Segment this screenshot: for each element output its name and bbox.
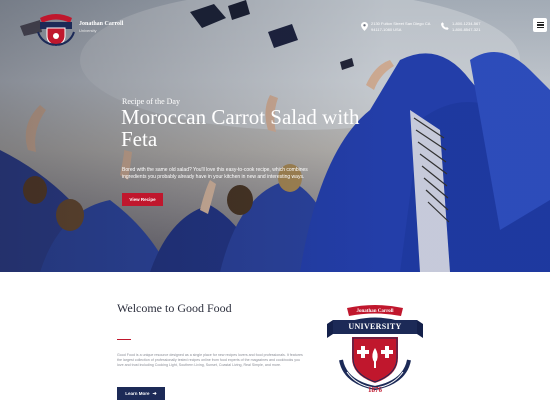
menu-button[interactable] — [533, 18, 547, 32]
address-line: 94117-1080 USA — [371, 27, 402, 32]
emblem-banner: UNIVERSITY — [348, 322, 402, 331]
welcome-title: Welcome to Good Food — [117, 301, 232, 315]
university-emblem — [327, 305, 423, 391]
address-block: 2130 Fulton Street San Diego CA 94117-10… — [371, 21, 430, 33]
phone-number[interactable]: 1-800-8547-321 — [452, 27, 480, 33]
arrow-right-icon: ➜ — [152, 390, 157, 397]
hero-description: Bored with the same old salad? You'll lo… — [122, 167, 308, 180]
hero-section: Jonathan Carroll University 2130 Fulton … — [0, 0, 550, 272]
learn-more-label: Learn More — [125, 391, 150, 396]
brand-name: Jonathan Carroll — [79, 21, 124, 27]
menu-icon — [536, 21, 544, 23]
accent-divider — [117, 339, 131, 340]
menu-icon — [536, 27, 544, 29]
phone-block: 1-800-1234-567 1-800-8547-321 — [452, 21, 480, 33]
phone-icon — [441, 22, 449, 30]
emblem-top-ribbon: Jonathan Carroll — [356, 309, 394, 314]
emblem-year: 1876 — [368, 386, 382, 394]
learn-more-button[interactable]: Learn More ➜ — [117, 387, 165, 400]
brand-subtitle: University — [79, 28, 97, 33]
location-pin-icon — [361, 22, 368, 31]
brand-logo[interactable] — [36, 8, 76, 46]
hero-title: Moroccan Carrot Salad with Feta — [121, 105, 360, 151]
view-recipe-button[interactable]: View Recipe — [122, 193, 163, 206]
welcome-text: Good Food is a unique resource designed … — [117, 353, 303, 368]
menu-icon — [536, 24, 544, 26]
